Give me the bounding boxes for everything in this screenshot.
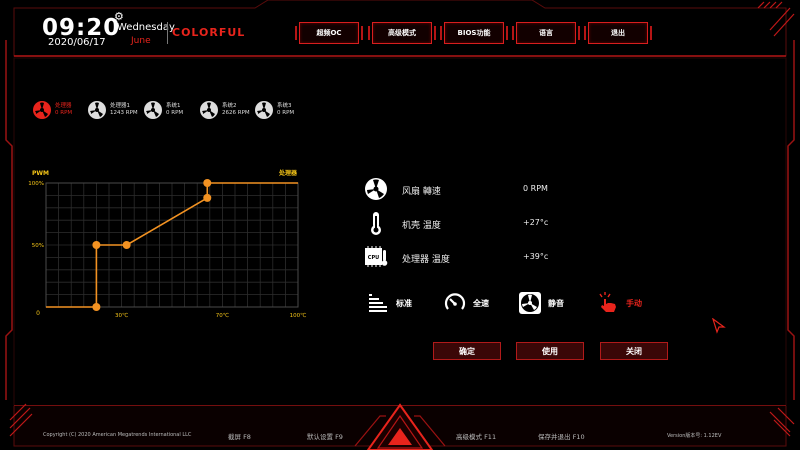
- cpu-temp-icon: CPU: [365, 246, 388, 267]
- mouse-cursor-icon: [712, 318, 726, 334]
- hand-pointer-icon: [599, 292, 616, 312]
- fan-select-cpu[interactable]: 处理器 0 RPM: [32, 99, 72, 121]
- fan-rpm: 1243 RPM: [110, 110, 138, 116]
- close-button[interactable]: 关闭: [600, 342, 668, 360]
- version-text: Version版本号: 1.12EV: [667, 433, 722, 439]
- mode-standard-button[interactable]: 标准: [366, 290, 412, 316]
- y-tick-label: 50%: [32, 243, 44, 249]
- readout-value: 0 RPM: [523, 184, 548, 193]
- mode-label: 全速: [473, 298, 489, 308]
- thermometer-icon: [371, 212, 381, 235]
- x-tick-label: 30℃: [115, 312, 128, 319]
- save-exit-hotkey[interactable]: 保存并退出 F10: [538, 431, 585, 441]
- fan-curve-chart[interactable]: PWM 处理器 100% 50% 0 30℃ 70℃ 100℃: [20, 165, 320, 325]
- bars-icon: [369, 294, 387, 312]
- fan-select-cpu1[interactable]: 处理器1 1243 RPM: [87, 99, 138, 121]
- fan-icon: [365, 178, 387, 200]
- fan-name: 处理器1: [110, 103, 130, 109]
- fan-name: 系统1: [166, 103, 181, 109]
- screenshot-hotkey[interactable]: 截屏 F8: [228, 431, 251, 441]
- nav-overclock-button[interactable]: 超频OC: [295, 22, 363, 44]
- fan-icon: [255, 101, 273, 119]
- fan-rpm: 0 RPM: [277, 110, 295, 116]
- readout-case-temp: 机壳 温度 +27°c: [360, 210, 590, 236]
- curve-handle[interactable]: [92, 303, 101, 311]
- fan-name: 处理器: [55, 103, 72, 109]
- nav-language-button[interactable]: 语言: [512, 22, 580, 44]
- gauge-icon: [444, 293, 466, 310]
- mode-label: 静音: [548, 298, 564, 308]
- fan-rpm: 0 RPM: [166, 110, 184, 116]
- fan-name: 系统3: [277, 103, 292, 109]
- silent-fan-icon: [519, 292, 541, 314]
- chart-grid: [45, 182, 299, 308]
- fan-rpm: 2626 RPM: [222, 110, 250, 116]
- load-defaults-hotkey[interactable]: 默认设置 F9: [307, 431, 343, 441]
- confirm-button[interactable]: 确定: [433, 342, 501, 360]
- fan-select-sys3[interactable]: 系统3 0 RPM: [254, 99, 294, 121]
- fan-icon: [88, 101, 106, 119]
- readout-label: 处理器 温度: [402, 255, 450, 265]
- colorful-emblem-icon: [354, 403, 446, 450]
- cpu-chip-label: CPU: [368, 255, 379, 261]
- readout-value: +39°c: [523, 252, 549, 261]
- mode-silent-button[interactable]: 静音: [518, 290, 564, 316]
- readout-value: +27°c: [523, 218, 549, 227]
- brand-divider: [167, 22, 168, 44]
- x-tick-label: 70℃: [216, 312, 229, 319]
- readout-label: 机壳 温度: [402, 221, 441, 231]
- y-tick-label: 100%: [28, 181, 44, 187]
- mode-label: 手动: [626, 298, 642, 308]
- nav-exit-button[interactable]: 退出: [584, 22, 652, 44]
- fan-select-sys2[interactable]: 系统2 2626 RPM: [199, 99, 250, 121]
- fan-icon: [33, 101, 51, 119]
- nav-advanced-mode-button[interactable]: 高级模式: [368, 22, 436, 44]
- curve-handle[interactable]: [203, 179, 212, 187]
- apply-button[interactable]: 使用: [516, 342, 584, 360]
- mode-manual-button[interactable]: 手动: [596, 290, 642, 316]
- nav-bios-features-button[interactable]: BIOS功能: [440, 22, 508, 44]
- fan-rpm: 0 RPM: [55, 110, 73, 116]
- curve-handle[interactable]: [122, 241, 131, 249]
- readout-label: 风扇 轉速: [402, 187, 441, 197]
- fan-icon: [200, 101, 218, 119]
- mode-label: 标准: [396, 298, 412, 308]
- y-axis-label: PWM: [32, 170, 49, 177]
- copyright-text: Copyright (C) 2020 American Megatrends I…: [43, 432, 192, 438]
- x-tick-label: 100℃: [290, 312, 307, 319]
- mode-fullspeed-button[interactable]: 全速: [443, 290, 489, 316]
- fan-name: 系统2: [222, 103, 237, 109]
- readout-fan-speed: 风扇 轉速 0 RPM: [360, 176, 590, 202]
- curve-handle[interactable]: [203, 193, 212, 202]
- clock-date: 2020/06/17: [48, 37, 106, 48]
- month-label: June: [131, 36, 151, 46]
- fan-icon: [144, 101, 162, 119]
- fan-select-sys1[interactable]: 系统1 0 RPM: [143, 99, 183, 121]
- series-label: 处理器: [278, 169, 298, 177]
- brand-logo: COLORFUL: [172, 26, 246, 39]
- y-tick-label: 0: [36, 310, 40, 317]
- curve-handle[interactable]: [92, 241, 101, 249]
- readout-cpu-temp: CPU 处理器 温度 +39°c: [360, 244, 590, 270]
- advanced-mode-hotkey[interactable]: 高级模式 F11: [456, 431, 496, 441]
